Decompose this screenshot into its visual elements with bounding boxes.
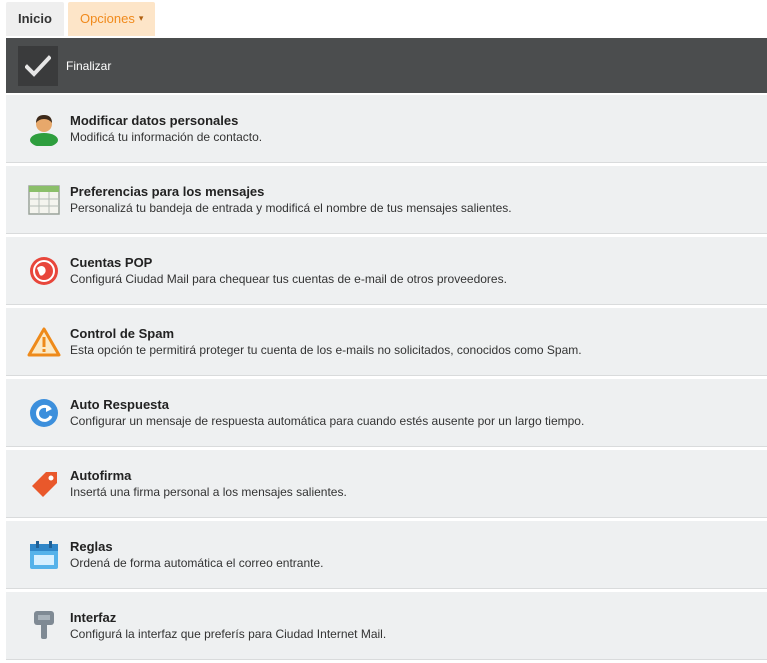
warning-icon bbox=[26, 324, 62, 360]
option-title: Auto Respuesta bbox=[70, 397, 169, 412]
option-autofirma[interactable]: Autofirma Insertá una firma personal a l… bbox=[6, 450, 767, 518]
option-description: Configurá Ciudad Mail para chequear tus … bbox=[70, 272, 507, 286]
option-title: Preferencias para los mensajes bbox=[70, 184, 265, 199]
option-interfaz[interactable]: Interfaz Configurá la interfaz que prefe… bbox=[6, 592, 767, 660]
tab-inicio[interactable]: Inicio bbox=[6, 1, 64, 36]
options-menu: Modificar datos personales Modificá tu i… bbox=[6, 95, 767, 663]
option-description: Configurá la interfaz que preferís para … bbox=[70, 627, 387, 641]
tag-icon bbox=[26, 466, 62, 502]
globe-icon bbox=[26, 253, 62, 289]
table-icon bbox=[26, 182, 62, 218]
option-modificar-datos[interactable]: Modificar datos personales Modificá tu i… bbox=[6, 95, 767, 163]
option-description: Ordená de forma automática el correo ent… bbox=[70, 556, 324, 570]
option-title: Modificar datos personales bbox=[70, 113, 239, 128]
reply-icon bbox=[26, 395, 62, 431]
calendar-icon bbox=[26, 537, 62, 573]
option-title: Interfaz bbox=[70, 610, 117, 625]
option-cuentas-pop[interactable]: Cuentas POP Configurá Ciudad Mail para c… bbox=[6, 237, 767, 305]
chevron-down-icon: ▾ bbox=[138, 13, 144, 23]
option-description: Esta opción te permitirá proteger tu cue… bbox=[70, 343, 582, 357]
option-description: Modificá tu información de contacto. bbox=[70, 130, 263, 144]
checkmark-icon bbox=[18, 45, 58, 86]
key-icon bbox=[26, 608, 62, 644]
toolbar: Finalizar bbox=[6, 38, 767, 93]
tab-opciones[interactable]: Opciones ▾ bbox=[67, 1, 156, 36]
option-control-spam[interactable]: Control de Spam Esta opción te permitirá… bbox=[6, 308, 767, 376]
option-title: Reglas bbox=[70, 539, 113, 554]
tab-opciones-label: Opciones bbox=[79, 11, 135, 26]
option-title: Cuentas POP bbox=[70, 255, 153, 270]
option-title: Autofirma bbox=[70, 468, 132, 483]
option-preferencias[interactable]: Preferencias para los mensajes Personali… bbox=[6, 166, 767, 234]
top-tabs: Inicio Opciones ▾ bbox=[6, 0, 156, 37]
finalizar-label: Finalizar bbox=[66, 58, 112, 73]
option-description: Personalizá tu bandeja de entrada y modi… bbox=[70, 201, 512, 215]
tab-inicio-label: Inicio bbox=[18, 11, 52, 26]
option-auto-respuesta[interactable]: Auto Respuesta Configurar un mensaje de … bbox=[6, 379, 767, 447]
option-description: Insertá una firma personal a los mensaje… bbox=[70, 485, 347, 499]
user-icon bbox=[26, 111, 62, 147]
option-description: Configurar un mensaje de respuesta autom… bbox=[70, 414, 585, 428]
option-title: Control de Spam bbox=[70, 326, 175, 341]
option-reglas[interactable]: Reglas Ordená de forma automática el cor… bbox=[6, 521, 767, 589]
finalizar-button[interactable]: Finalizar bbox=[6, 38, 111, 93]
